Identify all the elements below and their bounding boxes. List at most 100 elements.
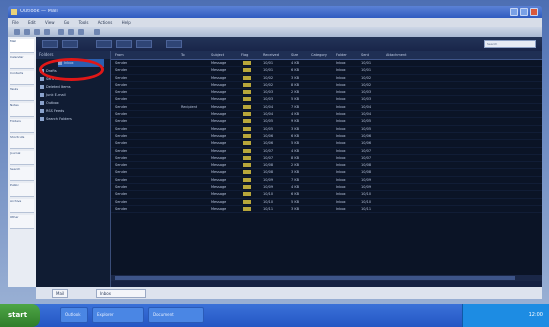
table-row[interactable]: Sender Message 10/02 8 KB Inbox 10/02: [111, 82, 542, 90]
flag-icon[interactable]: [243, 199, 251, 204]
flag-icon[interactable]: [243, 133, 251, 138]
nav-item[interactable]: Mail: [10, 39, 34, 53]
table-row[interactable]: Sender Message 10/08 2 KB Inbox 10/08: [111, 162, 542, 170]
table-row[interactable]: Sender Message 10/09 4 KB Inbox 10/09: [111, 184, 542, 192]
flag-icon[interactable]: [243, 68, 251, 73]
menu-file[interactable]: File: [12, 20, 19, 25]
filter-button[interactable]: [136, 40, 152, 48]
flag-icon[interactable]: [243, 82, 251, 87]
folder-node[interactable]: Deleted Items: [40, 83, 110, 91]
new-icon[interactable]: [14, 29, 20, 35]
nav-item[interactable]: Calendar: [10, 55, 34, 69]
column-header[interactable]: Folder: [336, 51, 347, 59]
table-row[interactable]: Sender Message 10/11 3 KB Inbox 10/11: [111, 206, 542, 214]
print-icon[interactable]: [24, 29, 30, 35]
menu-go[interactable]: Go: [64, 20, 70, 25]
tab-mail[interactable]: Mail: [52, 289, 69, 298]
column-header[interactable]: Sent: [361, 51, 369, 59]
delete-icon[interactable]: [44, 29, 50, 35]
nav-item[interactable]: Notes: [10, 103, 34, 117]
folder-node[interactable]: RSS Feeds: [40, 107, 110, 115]
column-header[interactable]: Subject: [211, 51, 224, 59]
flag-icon[interactable]: [243, 192, 251, 197]
table-row[interactable]: Sender Message 10/10 6 KB Inbox 10/10: [111, 191, 542, 199]
flag-icon[interactable]: [243, 170, 251, 175]
maximize-button[interactable]: [520, 8, 528, 16]
flag-icon[interactable]: [243, 90, 251, 95]
reply-all-icon[interactable]: [68, 29, 74, 35]
column-header[interactable]: To: [181, 51, 185, 59]
folder-node[interactable]: Junk E-mail: [40, 91, 110, 99]
column-header[interactable]: From: [115, 51, 124, 59]
start-button[interactable]: start: [0, 304, 40, 327]
folder-node[interactable]: Search Folders: [40, 115, 110, 123]
menu-tools[interactable]: Tools: [79, 20, 89, 25]
table-row[interactable]: Sender Message 10/07 8 KB Inbox 10/07: [111, 155, 542, 163]
flag-icon[interactable]: [243, 126, 251, 131]
table-row[interactable]: Sender Message 10/02 3 KB Inbox 10/02: [111, 75, 542, 82]
table-row[interactable]: Sender Message 10/08 3 KB Inbox 10/08: [111, 169, 542, 177]
flag-icon[interactable]: [243, 97, 251, 102]
table-row[interactable]: Sender Message 10/09 7 KB Inbox 10/09: [111, 177, 542, 185]
flag-icon[interactable]: [243, 206, 251, 211]
menu-actions[interactable]: Actions: [98, 20, 113, 25]
column-header[interactable]: Flag: [241, 51, 248, 59]
flag-icon[interactable]: [243, 104, 251, 109]
back-button[interactable]: [42, 40, 58, 48]
sort-button[interactable]: [116, 40, 132, 48]
nav-item[interactable]: Other: [10, 215, 34, 229]
scrollbar-thumb[interactable]: [115, 276, 515, 280]
taskbar-item[interactable]: Document: [148, 307, 204, 323]
nav-item[interactable]: Archive: [10, 199, 34, 213]
forward-button[interactable]: [62, 40, 78, 48]
folder-node[interactable]: Outbox: [40, 99, 110, 107]
flag-icon[interactable]: [243, 75, 251, 80]
flag-icon[interactable]: [243, 148, 251, 153]
taskbar-item[interactable]: Outlook: [60, 307, 88, 323]
search-input[interactable]: Search: [484, 40, 536, 48]
flag-icon[interactable]: [243, 112, 251, 117]
column-header[interactable]: Received: [263, 51, 279, 59]
send-receive-icon[interactable]: [94, 29, 100, 35]
table-row[interactable]: Sender Message 10/07 4 KB Inbox 10/07: [111, 148, 542, 155]
reply-icon[interactable]: [58, 29, 64, 35]
close-button[interactable]: [530, 8, 538, 16]
nav-item[interactable]: Tasks: [10, 87, 34, 101]
view-button[interactable]: [96, 40, 112, 48]
nav-item[interactable]: Folders: [10, 119, 34, 133]
table-row[interactable]: Sender Message 10/04 4 KB Inbox 10/04: [111, 111, 542, 119]
menu-view[interactable]: View: [45, 20, 55, 25]
flag-icon[interactable]: [243, 163, 251, 168]
nav-item[interactable]: Public: [10, 183, 34, 197]
flag-icon[interactable]: [243, 61, 251, 65]
column-header[interactable]: Size: [291, 51, 298, 59]
nav-item[interactable]: Search: [10, 167, 34, 181]
table-row[interactable]: Sender Message 10/03 5 KB Inbox 10/03: [111, 96, 542, 104]
flag-icon[interactable]: [243, 177, 251, 182]
flag-icon[interactable]: [243, 119, 251, 124]
minimize-button[interactable]: [510, 8, 518, 16]
nav-item[interactable]: Shortcuts: [10, 135, 34, 149]
table-row[interactable]: Sender Message 10/05 9 KB Inbox 10/05: [111, 118, 542, 126]
menu-edit[interactable]: Edit: [28, 20, 36, 25]
taskbar-item[interactable]: Explorer: [92, 307, 144, 323]
table-row[interactable]: Sender Message 10/06 5 KB Inbox 10/06: [111, 140, 542, 148]
table-row[interactable]: Sender Message 10/01 4 KB Inbox 10/01: [111, 60, 542, 68]
menu-help[interactable]: Help: [122, 20, 131, 25]
find-button[interactable]: [166, 40, 182, 48]
column-header[interactable]: Category: [311, 51, 327, 59]
flag-icon[interactable]: [243, 141, 251, 146]
flag-icon[interactable]: [243, 155, 251, 160]
forward-icon[interactable]: [78, 29, 84, 35]
table-row[interactable]: Sender Recipient Message 10/04 7 KB Inbox 10/0…: [111, 104, 542, 112]
table-row[interactable]: Sender Message 10/05 3 KB Inbox 10/05: [111, 126, 542, 133]
table-row[interactable]: Sender Message 10/01 6 KB Inbox 10/01: [111, 67, 542, 75]
column-header[interactable]: Attachment: [386, 51, 407, 59]
table-row[interactable]: Sender Message 10/06 6 KB Inbox 10/06: [111, 133, 542, 141]
nav-item[interactable]: Contacts: [10, 71, 34, 85]
table-row[interactable]: Sender Message 10/03 2 KB Inbox 10/03: [111, 89, 542, 97]
nav-item[interactable]: Journal: [10, 151, 34, 165]
tab-inbox[interactable]: Inbox: [96, 289, 146, 298]
table-row[interactable]: Sender Message 10/10 5 KB Inbox 10/10: [111, 199, 542, 206]
move-icon[interactable]: [34, 29, 40, 35]
